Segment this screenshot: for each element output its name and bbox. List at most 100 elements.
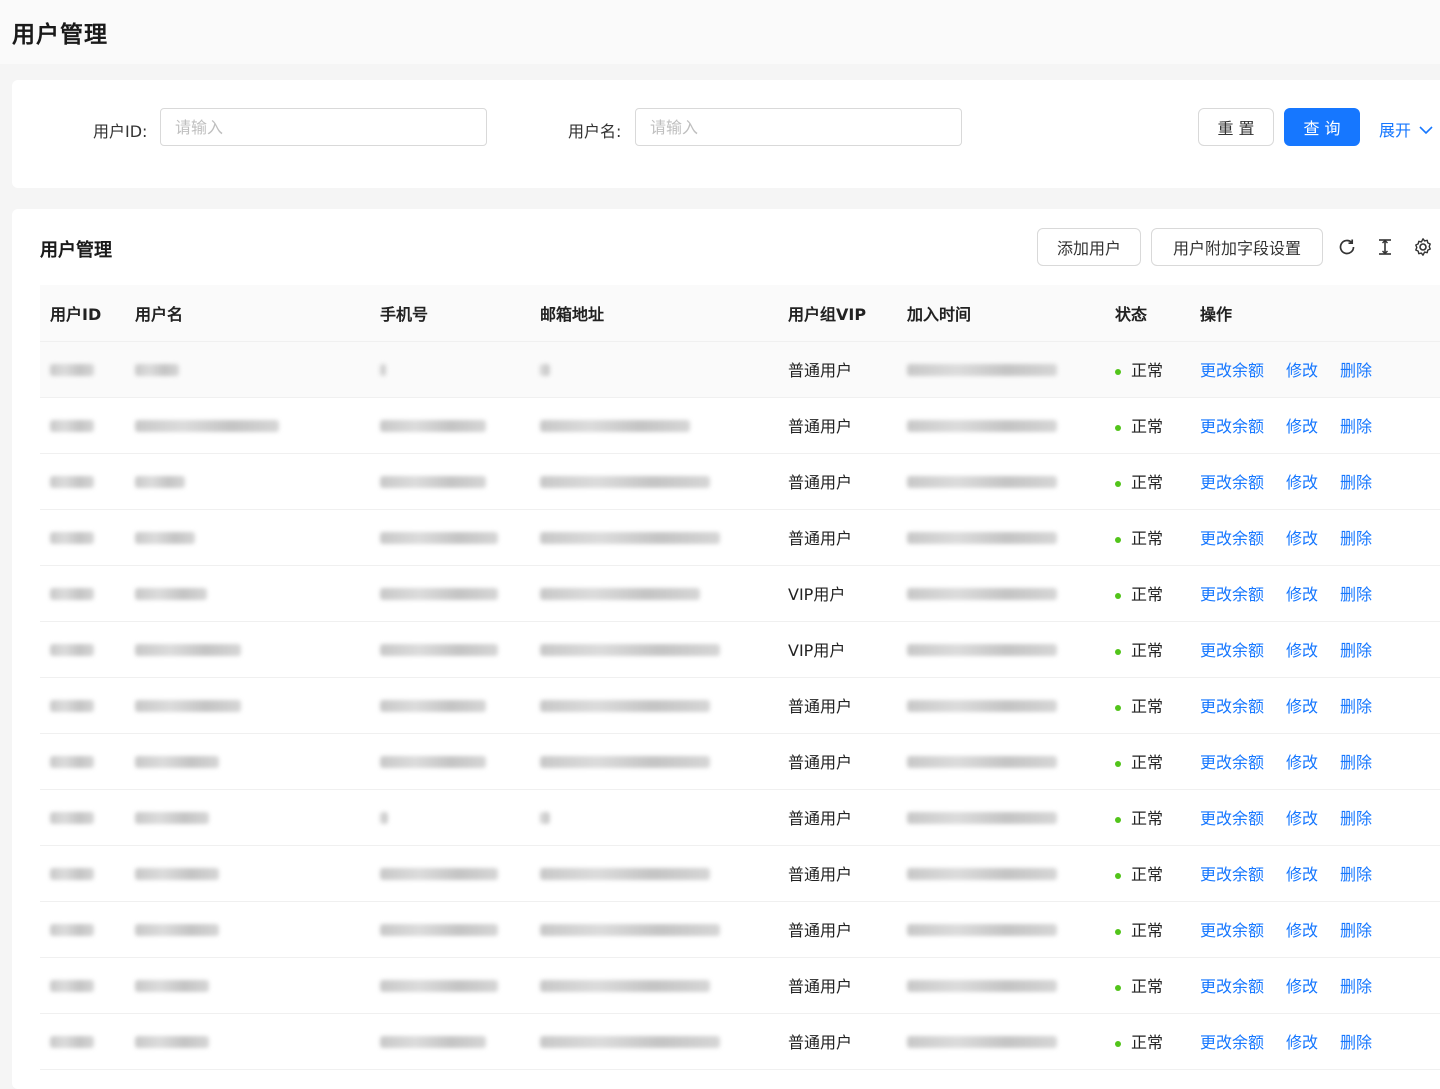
table-title: 用户管理 [40,240,112,261]
extra-fields-settings-button[interactable]: 用户附加字段设置 [1151,228,1323,266]
change-balance-link[interactable]: 更改余额 [1200,585,1264,604]
add-user-button[interactable]: 添加用户 [1037,228,1141,266]
edit-link[interactable]: 修改 [1286,1033,1318,1052]
masked-value [135,364,179,376]
status-text: 正常 [1131,977,1164,996]
masked-value [50,980,94,992]
cell-actions: 更改余额 修改 删除 [1190,341,1440,398]
status-dot-icon [1115,984,1121,991]
cell-user-id [40,565,125,622]
masked-value [135,644,241,656]
table-row: 普通用户 正常 更改余额 修改 删除 [40,453,1440,510]
cell-user-id [40,733,125,790]
column-header-username: 用户名 [125,285,370,342]
edit-link[interactable]: 修改 [1286,977,1318,996]
table-row: 普通用户 正常 更改余额 修改 删除 [40,397,1440,454]
cell-join-time [897,453,1105,510]
masked-value [135,1036,209,1048]
masked-value [907,1036,1057,1048]
change-balance-link[interactable]: 更改余额 [1200,529,1264,548]
change-balance-link[interactable]: 更改余额 [1200,361,1264,380]
cell-email [530,901,778,958]
cell-email [530,341,778,398]
cell-email [530,789,778,846]
masked-value [50,812,94,824]
cell-user-group: VIP用户 [778,565,897,622]
delete-link[interactable]: 删除 [1340,697,1372,716]
cell-user-group: 普通用户 [778,733,897,790]
change-balance-link[interactable]: 更改余额 [1200,809,1264,828]
cell-user-group: 普通用户 [778,789,897,846]
status-text: 正常 [1131,753,1164,772]
change-balance-link[interactable]: 更改余额 [1200,417,1264,436]
status-text: 正常 [1131,417,1164,436]
edit-link[interactable]: 修改 [1286,865,1318,884]
masked-value [540,644,720,656]
edit-link[interactable]: 修改 [1286,641,1318,660]
masked-value [380,812,388,824]
edit-link[interactable]: 修改 [1286,361,1318,380]
username-input[interactable] [635,108,962,146]
masked-value [380,476,486,488]
expand-toggle[interactable]: 展开 [1379,117,1433,141]
masked-value [540,812,550,824]
masked-value [907,588,1057,600]
delete-link[interactable]: 删除 [1340,417,1372,436]
cell-username [125,565,370,622]
reset-button[interactable]: 重 置 [1198,108,1274,146]
masked-value [907,924,1057,936]
cell-actions: 更改余额 修改 删除 [1190,789,1440,846]
cell-user-id [40,397,125,454]
delete-link[interactable]: 删除 [1340,753,1372,772]
masked-value [540,700,710,712]
delete-link[interactable]: 删除 [1340,1033,1372,1052]
delete-link[interactable]: 删除 [1340,809,1372,828]
status-dot-icon [1115,368,1121,375]
status-text: 正常 [1131,585,1164,604]
user-id-input[interactable] [160,108,487,146]
cell-user-group: 普通用户 [778,397,897,454]
cell-user-id [40,453,125,510]
change-balance-link[interactable]: 更改余额 [1200,977,1264,996]
table-row: 普通用户 正常 更改余额 修改 删除 [40,733,1440,790]
delete-link[interactable]: 删除 [1340,921,1372,940]
masked-value [540,868,710,880]
delete-link[interactable]: 删除 [1340,641,1372,660]
setting-icon[interactable] [1411,235,1435,259]
change-balance-link[interactable]: 更改余额 [1200,753,1264,772]
cell-status: 正常 [1105,789,1190,846]
delete-link[interactable]: 删除 [1340,361,1372,380]
edit-link[interactable]: 修改 [1286,921,1318,940]
status-dot-icon [1115,536,1121,543]
query-button[interactable]: 查 询 [1284,108,1360,146]
edit-link[interactable]: 修改 [1286,417,1318,436]
cell-join-time [897,733,1105,790]
cell-username [125,845,370,902]
delete-link[interactable]: 删除 [1340,585,1372,604]
cell-join-time [897,509,1105,566]
masked-value [540,588,700,600]
edit-link[interactable]: 修改 [1286,753,1318,772]
change-balance-link[interactable]: 更改余额 [1200,865,1264,884]
masked-value [380,1036,486,1048]
edit-link[interactable]: 修改 [1286,697,1318,716]
delete-link[interactable]: 删除 [1340,977,1372,996]
delete-link[interactable]: 删除 [1340,473,1372,492]
change-balance-link[interactable]: 更改余额 [1200,697,1264,716]
change-balance-link[interactable]: 更改余额 [1200,921,1264,940]
cell-email [530,621,778,678]
edit-link[interactable]: 修改 [1286,473,1318,492]
change-balance-link[interactable]: 更改余额 [1200,1033,1264,1052]
delete-link[interactable]: 删除 [1340,865,1372,884]
change-balance-link[interactable]: 更改余额 [1200,473,1264,492]
edit-link[interactable]: 修改 [1286,529,1318,548]
masked-value [50,420,94,432]
change-balance-link[interactable]: 更改余额 [1200,641,1264,660]
edit-link[interactable]: 修改 [1286,809,1318,828]
column-height-icon[interactable] [1373,235,1397,259]
cell-status: 正常 [1105,901,1190,958]
reload-icon[interactable] [1335,235,1359,259]
edit-link[interactable]: 修改 [1286,585,1318,604]
delete-link[interactable]: 删除 [1340,529,1372,548]
cell-user-id [40,509,125,566]
